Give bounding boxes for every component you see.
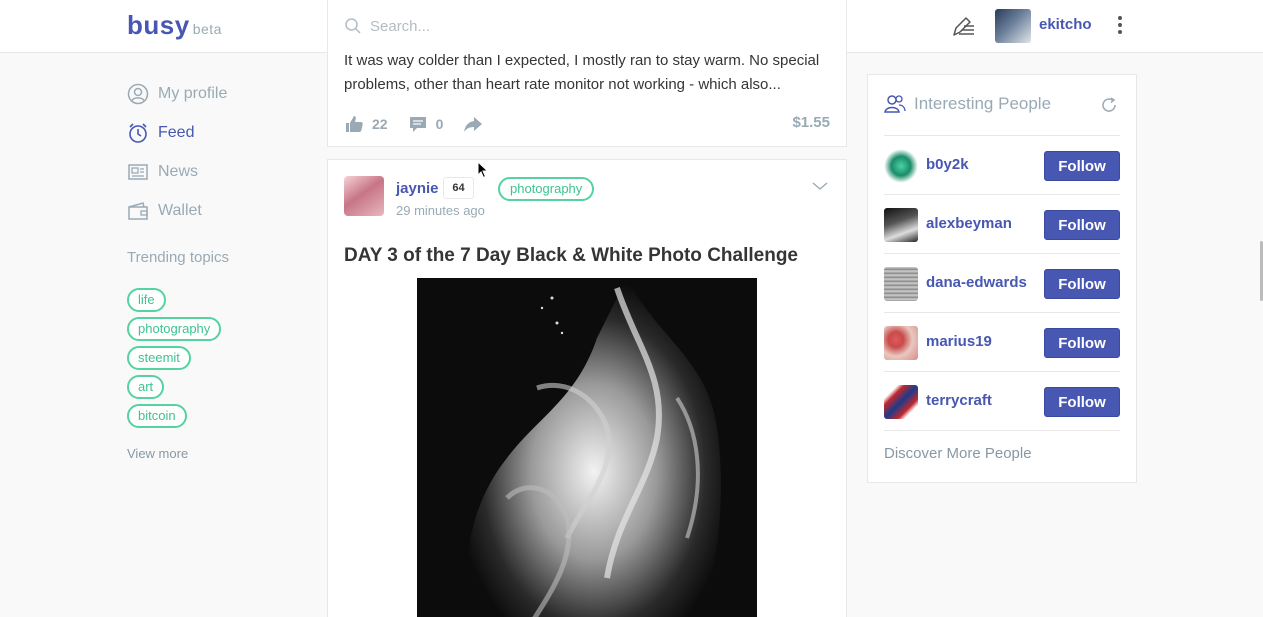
person-avatar[interactable] — [884, 326, 918, 360]
feed-post: jaynie 64 photography 29 minutes ago DAY… — [327, 159, 847, 617]
topic-tag-art[interactable]: art — [127, 375, 165, 399]
follow-button[interactable]: Follow — [1044, 328, 1120, 358]
person-avatar[interactable] — [884, 208, 918, 242]
person-avatar[interactable] — [884, 385, 918, 419]
person-name[interactable]: alexbeyman — [926, 215, 1012, 232]
share-icon — [464, 117, 483, 132]
person-row: terrycraft Follow — [884, 371, 1120, 430]
search-input[interactable] — [370, 14, 770, 38]
search-icon — [345, 18, 361, 34]
person-row: dana-edwards Follow — [884, 253, 1120, 312]
person-name[interactable]: marius19 — [926, 333, 992, 350]
follow-button[interactable]: Follow — [1044, 387, 1120, 417]
person-name[interactable]: dana-edwards — [926, 274, 1027, 291]
author-name[interactable]: jaynie — [396, 180, 439, 197]
reputation-badge: 64 — [443, 177, 474, 199]
logo[interactable]: busy beta — [127, 10, 222, 41]
person-name[interactable]: b0y2k — [926, 156, 969, 173]
post-tag[interactable]: photography — [498, 177, 595, 201]
more-menu-icon[interactable] — [1112, 14, 1128, 38]
topic-tag-photography[interactable]: photography — [127, 317, 222, 341]
people-icon — [884, 95, 906, 113]
follow-button[interactable]: Follow — [1044, 269, 1120, 299]
wallet-icon — [128, 202, 148, 220]
follow-button[interactable]: Follow — [1044, 151, 1120, 181]
person-row: alexbeyman Follow — [884, 194, 1120, 253]
topic-tag-life[interactable]: life — [127, 288, 166, 312]
follow-button[interactable]: Follow — [1044, 210, 1120, 240]
nav-wallet[interactable]: Wallet — [127, 198, 202, 224]
like-count: 22 — [372, 116, 388, 132]
trending-topics-heading: Trending topics — [127, 249, 229, 266]
author-avatar[interactable] — [344, 176, 384, 216]
person-avatar[interactable] — [884, 149, 918, 183]
chevron-down-icon[interactable] — [812, 180, 828, 192]
panel-divider — [884, 430, 1120, 431]
panel-title: Interesting People — [914, 94, 1052, 113]
like-button[interactable]: 22 — [344, 114, 388, 134]
post-payout[interactable]: $1.55 — [792, 114, 830, 131]
user-circle-icon — [127, 83, 149, 105]
nav-news[interactable]: News — [127, 159, 198, 185]
refresh-icon[interactable] — [1100, 96, 1118, 114]
panel-header: Interesting People — [884, 93, 1051, 115]
post-title[interactable]: DAY 3 of the 7 Day Black & White Photo C… — [344, 245, 798, 267]
discover-more-link[interactable]: Discover More People — [884, 445, 1032, 462]
topic-tag-bitcoin[interactable]: bitcoin — [127, 404, 187, 428]
topic-tag-steemit[interactable]: steemit — [127, 346, 191, 370]
person-name[interactable]: terrycraft — [926, 392, 992, 409]
beta-badge: beta — [192, 21, 222, 37]
mouse-cursor-icon — [477, 161, 489, 179]
interesting-people-panel: Interesting People b0y2k Follow alexbeym… — [867, 74, 1137, 483]
comment-icon — [409, 117, 426, 132]
post-timestamp: 29 minutes ago — [396, 203, 485, 218]
comment-button[interactable]: 0 — [408, 114, 444, 134]
news-icon — [128, 164, 148, 180]
feed-post: It was way colder than I expected, I mos… — [327, 40, 847, 147]
fire-photo — [417, 278, 757, 617]
post-image[interactable] — [417, 278, 757, 617]
clock-icon — [129, 123, 147, 143]
post-actions: 22 0 — [344, 113, 511, 135]
share-button[interactable] — [463, 114, 491, 134]
comment-count: 0 — [435, 116, 444, 132]
nav-feed[interactable]: Feed — [127, 120, 194, 146]
person-avatar[interactable] — [884, 267, 918, 301]
username-link[interactable]: ekitcho — [1039, 16, 1092, 33]
post-excerpt[interactable]: It was way colder than I expected, I mos… — [344, 49, 834, 97]
person-row: marius19 Follow — [884, 312, 1120, 371]
write-post-icon[interactable] — [950, 13, 976, 39]
person-row: b0y2k Follow — [884, 135, 1120, 194]
user-avatar[interactable] — [995, 9, 1031, 43]
nav-my-profile[interactable]: My profile — [127, 81, 227, 107]
view-more-link[interactable]: View more — [127, 446, 188, 461]
thumbs-up-icon — [346, 116, 363, 132]
